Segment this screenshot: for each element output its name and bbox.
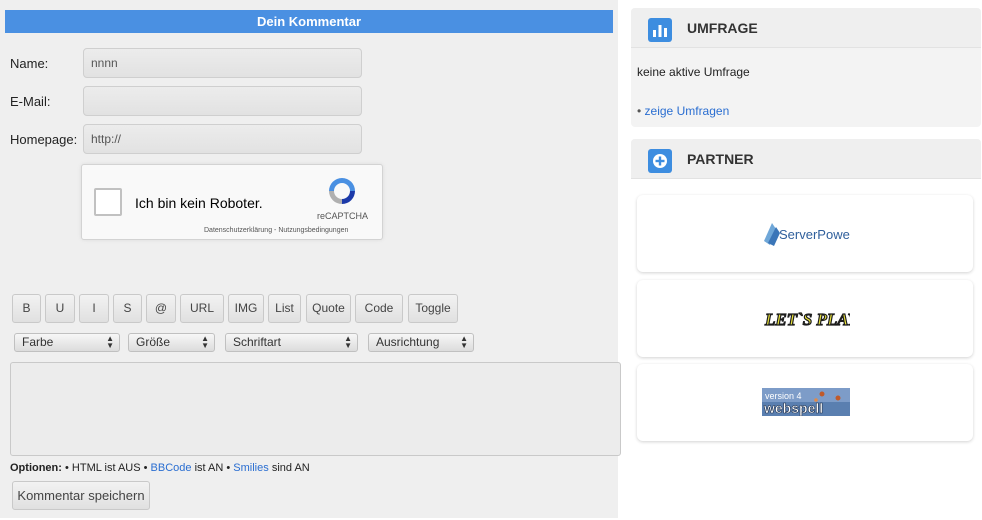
options-bbcode-state: ist AN • — [194, 462, 231, 474]
size-select[interactable]: Größe ▲ ▼ — [128, 333, 215, 352]
bbcode-link[interactable]: BBCode — [151, 462, 192, 474]
svg-text:webspell: webspell — [763, 400, 823, 416]
color-select[interactable]: Farbe ▲ ▼ — [14, 333, 120, 352]
message-textarea[interactable] — [10, 362, 621, 456]
partner-title: PARTNER — [687, 151, 754, 167]
select-arrows-icon: ▲ ▼ — [201, 334, 209, 350]
bbcode-button-list[interactable]: List — [268, 294, 301, 323]
serverpower-logo: ServerPower — [764, 223, 850, 246]
no-poll-text: keine aktive Umfrage — [637, 65, 750, 79]
poll-header: UMFRAGE — [631, 8, 981, 48]
letsplay-logo: LET`S PLAY — [762, 304, 850, 332]
options-html: • HTML ist AUS • — [65, 462, 148, 474]
name-input[interactable]: nnnn — [83, 48, 362, 78]
email-label: E-Mail: — [10, 93, 51, 109]
homepage-input[interactable]: http:// — [83, 124, 362, 154]
plus-circle-icon — [648, 149, 672, 173]
poll-title: UMFRAGE — [687, 20, 758, 36]
save-comment-button[interactable]: Kommentar speichern — [12, 481, 150, 510]
name-row: Name: — [10, 48, 83, 78]
email-row: E-Mail: — [10, 86, 83, 116]
partner-box: PARTNER — [631, 139, 981, 179]
bbcode-button-url[interactable]: URL — [180, 294, 224, 323]
show-polls-label[interactable]: zeige Umfragen — [645, 104, 730, 118]
bbcode-button-email[interactable]: @ — [146, 294, 176, 323]
font-select-value: Schriftart — [233, 335, 282, 349]
bbcode-button-u[interactable]: U — [45, 294, 75, 323]
name-label: Name: — [10, 55, 49, 71]
size-select-value: Größe — [136, 335, 171, 349]
recaptcha-widget: Ich bin kein Roboter. reCAPTCHA Datensch… — [81, 164, 383, 240]
recaptcha-label: Ich bin kein Roboter. — [135, 195, 263, 211]
recaptcha-logo-icon — [329, 178, 355, 204]
alignment-select[interactable]: Ausrichtung ▲ ▼ — [368, 333, 474, 352]
homepage-row: Homepage: — [10, 124, 83, 154]
bbcode-button-s[interactable]: S — [113, 294, 142, 323]
poll-box: UMFRAGE keine aktive Umfrage • zeige Umf… — [631, 8, 981, 127]
select-arrows-icon: ▲ ▼ — [344, 334, 352, 350]
bar-chart-icon — [648, 18, 672, 42]
show-polls-bullet: • — [637, 104, 642, 118]
show-polls-link[interactable]: • zeige Umfragen — [637, 104, 729, 118]
recaptcha-links[interactable]: Datenschutzerklärung - Nutzungsbedingung… — [204, 227, 348, 234]
comment-header: Dein Kommentar — [5, 10, 613, 33]
color-select-value: Farbe — [22, 335, 54, 349]
recaptcha-brand: reCAPTCHA — [317, 211, 369, 221]
recaptcha-checkbox[interactable] — [94, 188, 122, 216]
alignment-select-value: Ausrichtung — [376, 335, 440, 349]
bbcode-button-toggle[interactable]: Toggle — [408, 294, 458, 323]
comment-panel: Dein Kommentar Name: nnnn E-Mail: Homepa… — [0, 0, 621, 518]
options-prefix: Optionen: — [10, 462, 62, 474]
partner-header: PARTNER — [631, 139, 981, 179]
select-arrows-icon: ▲ ▼ — [460, 334, 468, 350]
options-smilies-state: sind AN — [271, 462, 310, 474]
smilies-link[interactable]: Smilies — [233, 462, 268, 474]
options-line: Optionen: • HTML ist AUS • BBCode ist AN… — [10, 462, 310, 474]
svg-text:ServerPower: ServerPower — [779, 227, 850, 242]
homepage-label: Homepage: — [10, 131, 78, 147]
bbcode-button-img[interactable]: IMG — [228, 294, 264, 323]
webspell-logo: version 4 webspell — [762, 388, 850, 416]
partner-card-webspell[interactable]: version 4 webspell — [637, 364, 973, 441]
bbcode-button-quote[interactable]: Quote — [306, 294, 351, 323]
font-select[interactable]: Schriftart ▲ ▼ — [225, 333, 358, 352]
svg-text:LET`S PLAY: LET`S PLAY — [764, 310, 850, 329]
select-arrows-icon: ▲ ▼ — [106, 334, 114, 350]
bbcode-button-b[interactable]: B — [12, 294, 41, 323]
bbcode-button-i[interactable]: I — [79, 294, 109, 323]
bbcode-button-code[interactable]: Code — [355, 294, 403, 323]
partner-card-serverpower[interactable]: ServerPower — [637, 195, 973, 272]
partner-card-letsplay[interactable]: LET`S PLAY — [637, 280, 973, 357]
email-input[interactable] — [83, 86, 362, 116]
